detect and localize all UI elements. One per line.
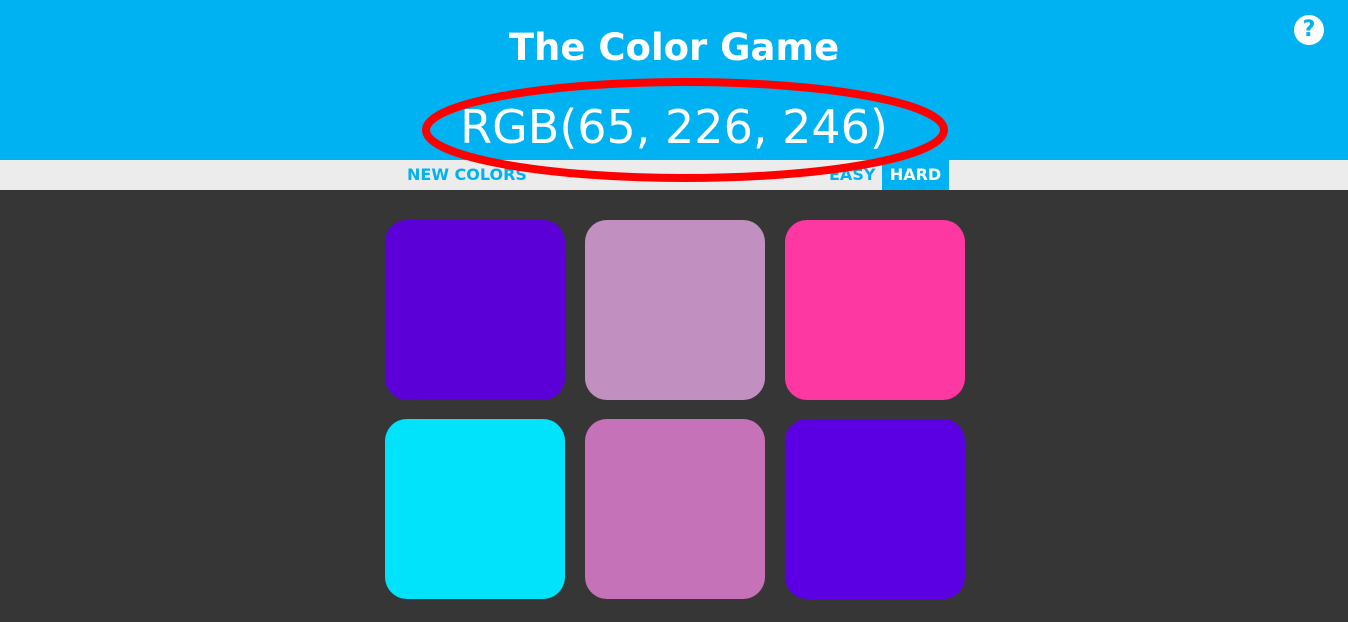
controls-bar: NEW COLORS EASY HARD [0,160,1348,190]
header: The Color Game RGB(65, 226, 246) ? [0,0,1348,160]
easy-mode-button[interactable]: EASY [829,160,875,190]
game-title: The Color Game [508,26,840,69]
color-square[interactable] [385,220,565,400]
color-square[interactable] [585,419,765,599]
color-square[interactable] [785,220,965,400]
help-icon[interactable]: ? [1294,15,1324,45]
color-square[interactable] [585,220,765,400]
target-rgb-display: RGB(65, 226, 246) [460,100,888,154]
color-square[interactable] [785,419,965,599]
color-square[interactable] [385,419,565,599]
new-colors-button[interactable]: NEW COLORS [407,160,527,190]
hard-mode-button[interactable]: HARD [882,160,949,190]
